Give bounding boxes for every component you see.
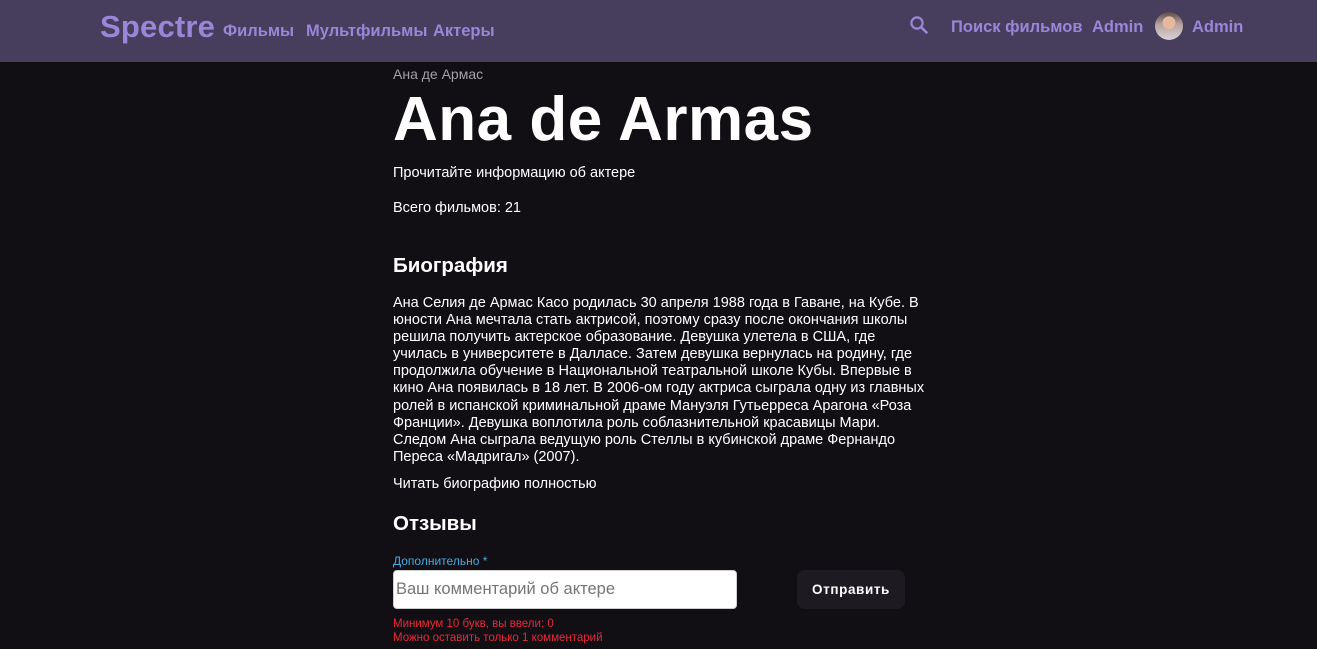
films-count-value: 21 bbox=[504, 200, 521, 216]
films-count: Всего фильмов: 21 bbox=[393, 200, 521, 216]
biography-text: Ана Селия де Армас Касо родилась 30 апре… bbox=[393, 295, 925, 465]
reviews-heading: Отзывы bbox=[393, 512, 477, 535]
top-navbar: Spectre Фильмы Мультфильмы Актеры Поиск … bbox=[0, 0, 1317, 62]
user-menu-name[interactable]: Admin bbox=[1192, 18, 1243, 37]
nav-films[interactable]: Фильмы bbox=[223, 22, 294, 41]
send-button[interactable]: Отправить bbox=[797, 570, 905, 609]
comment-input[interactable] bbox=[393, 570, 737, 609]
comment-field-label: Дополнительно * bbox=[393, 554, 488, 568]
error-one-comment: Можно оставить только 1 комментарий bbox=[393, 632, 603, 644]
avatar[interactable] bbox=[1155, 12, 1183, 40]
nav-actors[interactable]: Актеры bbox=[433, 22, 495, 41]
breadcrumb: Ана де Армас bbox=[393, 66, 484, 82]
search-icon[interactable] bbox=[909, 15, 929, 35]
page-title: Ana de Armas bbox=[393, 85, 814, 154]
films-count-label: Всего фильмов: bbox=[393, 200, 501, 216]
error-min-length: Минимум 10 букв, вы ввели: 0 bbox=[393, 618, 554, 630]
search-films-link[interactable]: Поиск фильмов bbox=[951, 18, 1083, 37]
nav-cartoons[interactable]: Мультфильмы bbox=[306, 22, 427, 41]
read-full-biography-link[interactable]: Читать биографию полностью bbox=[393, 476, 596, 492]
biography-heading: Биография bbox=[393, 254, 508, 277]
actor-lead-text: Прочитайте информацию об актере bbox=[393, 165, 636, 181]
brand-logo[interactable]: Spectre bbox=[100, 9, 215, 45]
admin-link[interactable]: Admin bbox=[1092, 18, 1143, 37]
